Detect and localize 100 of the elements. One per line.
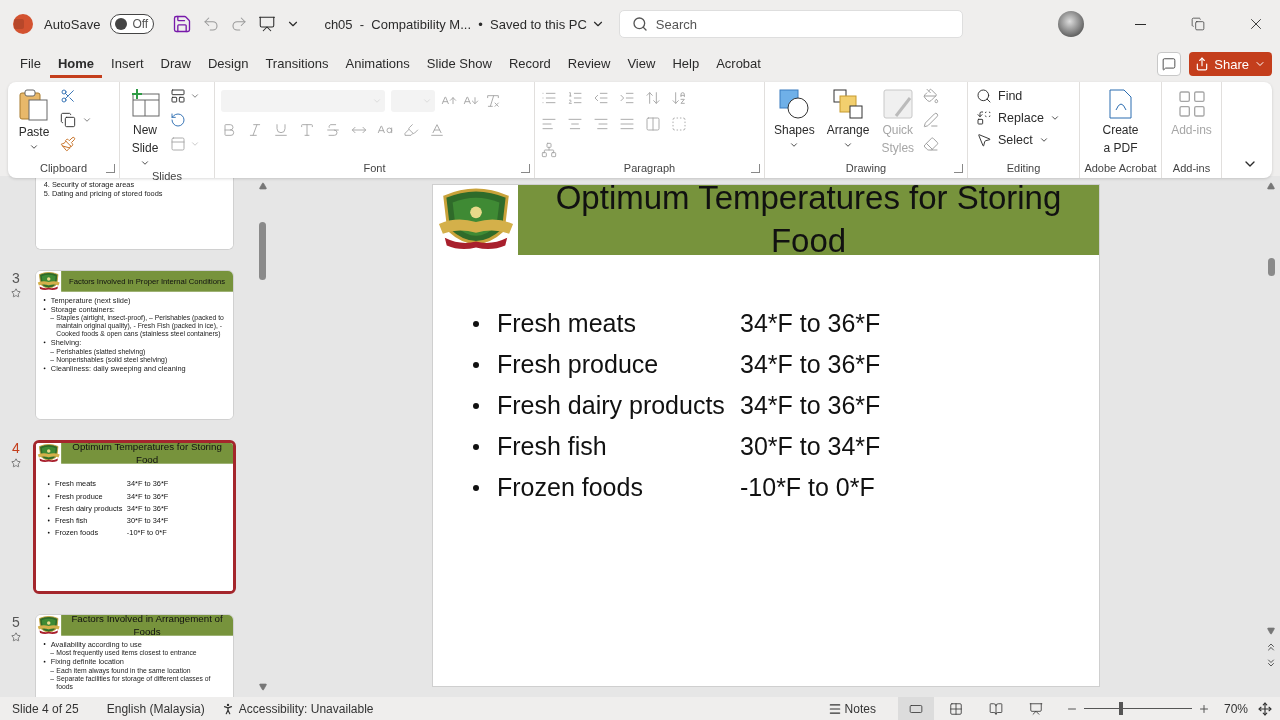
ribbon-tab[interactable]: Home — [49, 50, 103, 78]
next-slide-icon[interactable] — [1265, 657, 1277, 669]
bullet-icon — [473, 484, 479, 491]
notes-button[interactable]: Notes — [844, 701, 876, 716]
group-label: Clipboard — [39, 162, 88, 174]
group-label: Adobe Acrobat — [1084, 162, 1157, 174]
caret-icon — [140, 158, 150, 168]
search-field[interactable]: Search — [618, 10, 963, 38]
avatar[interactable] — [1058, 11, 1084, 37]
language-label[interactable]: English (Malaysia) — [106, 701, 205, 716]
scrollbar-thumb[interactable] — [259, 222, 266, 280]
zoom-thumb[interactable] — [1118, 702, 1123, 715]
scissors-icon[interactable] — [60, 88, 76, 104]
zoom-level[interactable]: 70% — [1223, 701, 1248, 716]
copy-icon[interactable] — [60, 112, 76, 128]
present-icon[interactable] — [258, 15, 277, 33]
ribbon-tab[interactable]: Design — [199, 50, 257, 78]
logo-icon — [37, 443, 61, 464]
comment-icon — [1162, 57, 1177, 71]
bullet-icon — [43, 341, 46, 344]
comments-button[interactable] — [1157, 52, 1182, 76]
share-icon — [1195, 57, 1210, 71]
ribbon-button[interactable]: Replace — [974, 108, 1062, 128]
undo-icon[interactable] — [202, 15, 221, 33]
group-label: Paragraph — [623, 162, 676, 174]
bullet-icon — [473, 320, 479, 327]
shapes-icon — [778, 88, 811, 120]
slide-number: 5 — [12, 614, 20, 630]
outline-icon[interactable] — [923, 112, 940, 128]
replace-icon — [976, 110, 992, 126]
logo-icon — [37, 615, 61, 636]
slide-title: Factors Involved in Arrangement of Foods — [70, 615, 224, 639]
section-icon — [170, 136, 186, 152]
ribbon-button[interactable]: Arrange — [823, 86, 873, 152]
ribbon-tab[interactable]: Animations — [337, 50, 418, 78]
caret-icon — [1038, 135, 1049, 145]
app-logo — [12, 13, 34, 35]
new-slide-icon — [129, 88, 161, 120]
group-label: Drawing — [845, 162, 887, 174]
share-button[interactable]: Share — [1189, 52, 1272, 76]
scrollbar-thumb[interactable] — [1267, 258, 1275, 276]
ribbon-tab[interactable]: Record — [500, 50, 559, 78]
zoom-in-icon[interactable] — [1197, 702, 1210, 715]
document-title[interactable]: ch05 - Compatibility M... • Saved to this PC — [324, 16, 605, 32]
scroll-down-icon[interactable] — [1267, 627, 1275, 635]
slide-thumbnail[interactable] — [35, 270, 234, 420]
caret-icon — [29, 142, 39, 152]
ribbon-button[interactable]: Find — [974, 86, 1062, 106]
scroll-up-icon[interactable] — [1267, 182, 1275, 190]
temperature-range: 34*F to 36*F — [740, 391, 881, 420]
ribbon-button[interactable]: Select — [974, 130, 1062, 150]
food-name: Fresh produce — [497, 350, 660, 379]
save-icon[interactable] — [172, 14, 193, 34]
ribbon-tab[interactable]: Review — [559, 50, 619, 78]
ribbon-button[interactable]: New Slide — [126, 86, 164, 170]
restore-icon — [1191, 17, 1205, 31]
layout-icon[interactable] — [170, 88, 186, 104]
fit-to-window-icon[interactable] — [1258, 701, 1272, 716]
dialog-launcher-icon[interactable] — [954, 164, 963, 173]
group-label: Add-ins — [1172, 162, 1211, 174]
effects-icon[interactable] — [923, 136, 940, 152]
caret-icon — [1049, 113, 1060, 123]
ribbon-tab[interactable]: Slide Show — [418, 50, 500, 78]
slide-title: Optimum Temperatures for Storing Food — [554, 178, 1063, 261]
fill-icon[interactable] — [923, 88, 940, 104]
caret-icon — [190, 91, 200, 101]
scroll-down-icon[interactable] — [258, 683, 267, 691]
bullet-icon — [43, 367, 46, 370]
logo-icon — [37, 271, 61, 292]
previous-slide-icon[interactable] — [1265, 641, 1277, 653]
ribbon-tab[interactable]: Acrobat — [708, 50, 769, 78]
view-button[interactable] — [897, 697, 934, 720]
ribbon-button[interactable]: Paste — [14, 86, 54, 154]
redo-icon[interactable] — [230, 15, 249, 33]
ribbon-button[interactable]: Create a PDF — [1099, 86, 1142, 158]
slide-number: 4 — [12, 440, 20, 456]
paintbrush-icon[interactable] — [60, 136, 76, 152]
bullet-icon — [473, 361, 479, 368]
temperature-range: 30*F to 34*F — [740, 432, 881, 461]
group-label: Editing — [1006, 162, 1041, 174]
bullet-icon — [473, 443, 479, 450]
scroll-up-icon[interactable] — [258, 182, 267, 190]
food-name: Fresh dairy products — [497, 391, 726, 420]
slideshow-icon — [1028, 701, 1043, 716]
ribbon-tab[interactable]: Help — [664, 50, 708, 78]
bullet-icon — [47, 519, 50, 522]
temperature-range: 34*F to 36*F — [740, 350, 881, 379]
dialog-launcher-icon[interactable] — [106, 164, 115, 173]
slide-sorter-icon — [948, 701, 963, 716]
accessibility-status[interactable]: Accessibility: Unavailable — [238, 701, 374, 716]
ribbon-tab[interactable]: Draw — [152, 50, 199, 78]
ribbon-button[interactable]: Shapes — [771, 86, 818, 152]
ribbon-tab[interactable]: Transitions — [257, 50, 337, 78]
group-label: Font — [363, 162, 386, 174]
autosave-toggle[interactable]: Off — [110, 14, 155, 34]
slide-number: 3 — [12, 270, 20, 286]
ribbon-tab[interactable]: View — [619, 50, 664, 78]
reset-icon[interactable] — [170, 112, 186, 128]
ribbon-tab[interactable]: Insert — [103, 50, 152, 78]
ribbon-tab[interactable]: File — [12, 50, 49, 78]
